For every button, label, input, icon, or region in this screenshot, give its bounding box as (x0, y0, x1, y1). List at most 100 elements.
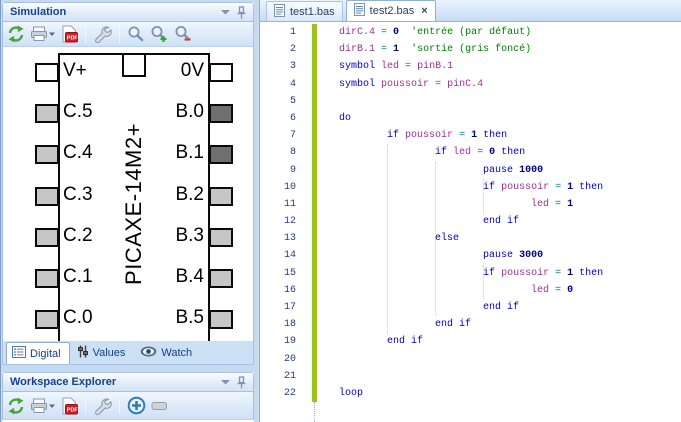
pdf-export-icon[interactable]: PDF (61, 395, 78, 416)
line-number: 2 (289, 44, 296, 56)
toolbar-separator (85, 25, 86, 43)
line-number: 12 (283, 216, 296, 228)
editor-tabbar: test1.bas test2.bas × (260, 0, 681, 22)
workspace-panel-titlebar: Workspace Explorer (2, 372, 254, 392)
chip-pin-box-c-5[interactable] (35, 104, 59, 124)
toolbar-separator (85, 397, 86, 414)
tab-test1-bas[interactable]: test1.bas (266, 1, 343, 21)
options-wrench-icon[interactable] (93, 24, 112, 45)
line-number: 13 (283, 233, 296, 245)
zoom-out-icon[interactable] (174, 24, 193, 45)
watch-eye-icon (140, 346, 157, 360)
code-line[interactable]: dirB.1 = 1 'sortie (gris foncé) (339, 41, 603, 58)
code-line[interactable]: if led = 0 then (339, 144, 603, 161)
chip-pin-box-c-0[interactable] (35, 310, 59, 330)
zoom-in-icon[interactable] (150, 24, 169, 45)
chip-pin-label: C.2 (63, 224, 93, 246)
print-icon[interactable] (30, 395, 56, 416)
code-content: dirC.4 = 0 'entrée (par défaut) dirB.1 = … (339, 24, 603, 402)
tab-digital[interactable]: Digital (6, 342, 70, 364)
chip-pin-label: B.5 (175, 307, 204, 329)
editor-body[interactable]: 1 2 3 4 5 6 7 8 9 10 11 12 13 14 15 16 17 18 19 20 21 22 dirC… (260, 22, 681, 422)
code-line[interactable]: symbol led = pinB.1 (339, 58, 603, 75)
code-line[interactable]: if poussoir = 1 then (339, 265, 603, 282)
code-line[interactable]: end if (339, 316, 603, 333)
line-number: 4 (289, 78, 296, 90)
code-line[interactable]: if poussoir = 1 then (339, 127, 603, 144)
chip-pin-box-c-4[interactable] (35, 145, 59, 165)
chip-pin-label: C.4 (63, 142, 93, 164)
code-line[interactable] (339, 93, 603, 110)
line-number: 5 (289, 95, 296, 107)
change-bar-trail (314, 402, 315, 422)
options-wrench-icon[interactable] (93, 395, 112, 416)
chip-pin-box-b-1[interactable] (209, 145, 233, 165)
toolbar-separator (119, 25, 120, 43)
svg-text:PDF: PDF (67, 407, 78, 413)
code-line[interactable]: symbol poussoir = pinC.4 (339, 76, 603, 93)
code-line[interactable] (339, 351, 603, 368)
collapse-icon[interactable] (151, 395, 168, 416)
code-line[interactable]: led = 0 (339, 282, 603, 299)
chip-pin-label: B.4 (175, 266, 204, 287)
chip-pin-box-b-4[interactable] (209, 269, 233, 288)
workspace-explorer-panel: Workspace Explorer PDF (2, 372, 254, 422)
chevron-down-icon[interactable] (217, 375, 233, 390)
line-number: 18 (283, 319, 296, 331)
tab-test2-bas[interactable]: test2.bas × (345, 0, 436, 21)
code-line[interactable]: loop (339, 385, 603, 402)
code-line[interactable]: pause 3000 (339, 247, 603, 264)
chevron-down-icon[interactable] (217, 5, 233, 20)
chip-pin-box-b-3[interactable] (209, 227, 233, 247)
chip-pin-box-c-1[interactable] (35, 269, 59, 288)
refresh-icon[interactable] (7, 395, 25, 416)
chip-pin-label: B.3 (175, 224, 204, 246)
chip-pin-label: V+ (63, 60, 87, 81)
chip-pin-box-0v[interactable] (209, 63, 233, 82)
code-line[interactable]: end if (339, 299, 603, 316)
code-line[interactable] (339, 368, 603, 385)
line-number: 16 (283, 284, 296, 296)
code-line[interactable]: end if (339, 213, 603, 230)
chip-pin-box-vplus[interactable] (35, 63, 59, 82)
line-number-gutter: 1 2 3 4 5 6 7 8 9 10 11 12 13 14 15 16 17 18 19 20 21 22 (260, 24, 296, 402)
line-number: 14 (283, 250, 296, 262)
code-line[interactable]: end if (339, 333, 603, 350)
code-line[interactable]: else (339, 230, 603, 247)
tab-watch[interactable]: Watch (135, 342, 200, 364)
line-number: 6 (289, 112, 296, 124)
line-number: 22 (283, 387, 296, 399)
line-number: 9 (289, 164, 296, 176)
refresh-icon[interactable] (7, 24, 25, 45)
print-icon[interactable] (30, 24, 56, 45)
line-number: 7 (289, 130, 296, 142)
code-line[interactable]: led = 1 (339, 196, 603, 213)
simulation-panel-titlebar: Simulation (2, 2, 254, 22)
zoom-icon[interactable] (127, 24, 145, 45)
chip-pin-box-c-2[interactable] (35, 227, 59, 247)
simulation-panel: Simulation PDF PICAXE-14M2+ V+ C.5 C.4 C… (2, 2, 254, 365)
code-line[interactable]: do (339, 110, 603, 127)
code-line[interactable]: pause 1000 (339, 162, 603, 179)
application-window: Simulation PDF PICAXE-14M2+ V+ C.5 C.4 C… (0, 0, 681, 422)
tab-values[interactable]: Values (72, 342, 134, 364)
chip-pin-box-b-5[interactable] (209, 310, 233, 330)
add-icon[interactable] (127, 395, 146, 416)
line-number: 11 (283, 198, 296, 210)
line-number: 21 (283, 370, 296, 382)
chip-pin-box-b-0[interactable] (209, 104, 233, 124)
chip-pin-label: C.5 (63, 101, 93, 123)
pdf-export-icon[interactable]: PDF (61, 24, 78, 45)
pin-icon[interactable] (233, 375, 249, 390)
file-icon (274, 3, 285, 20)
toolbar-separator (119, 397, 120, 414)
simulation-panel-title: Simulation (10, 6, 67, 18)
code-line[interactable]: dirC.4 = 0 'entrée (par défaut) (339, 24, 603, 41)
chip-pin-box-c-3[interactable] (35, 186, 59, 206)
code-line[interactable]: if poussoir = 1 then (339, 179, 603, 196)
pin-icon[interactable] (233, 5, 249, 20)
line-number: 8 (289, 147, 296, 159)
chip-pin-box-b-2[interactable] (209, 186, 233, 206)
close-icon[interactable]: × (421, 5, 427, 17)
line-number: 17 (283, 302, 296, 313)
